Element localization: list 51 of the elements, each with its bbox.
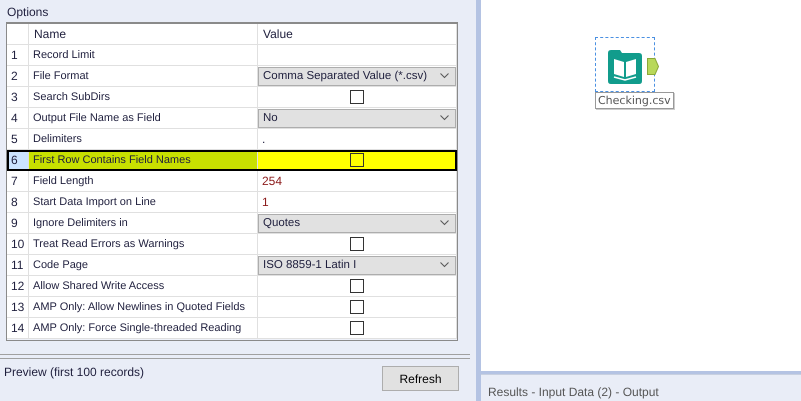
value-text: . — [261, 132, 266, 146]
option-name: Field Length — [29, 171, 258, 191]
table-row[interactable]: 2 File Format Comma Separated Value (*.csv) — [7, 66, 457, 87]
node-label: Checking.csv — [595, 92, 674, 109]
preview-label: Preview (first 100 records) — [4, 365, 144, 381]
chevron-icon — [440, 73, 449, 79]
table-row[interactable]: 5 Delimiters . — [7, 129, 457, 150]
option-name: Search SubDirs — [29, 87, 258, 107]
table-row[interactable]: 3 Search SubDirs — [7, 87, 457, 108]
value-text: 1 — [261, 195, 270, 209]
column-header: Value — [258, 24, 457, 44]
output-anchor-icon[interactable] — [647, 58, 659, 75]
checkbox[interactable] — [350, 300, 364, 314]
table-row[interactable]: 12 Allow Shared Write Access — [7, 276, 457, 297]
dropdown[interactable]: ISO 8859-1 Latin I — [258, 256, 456, 274]
option-name: Treat Read Errors as Warnings — [29, 234, 258, 254]
table-row[interactable]: 13 AMP Only: Allow Newlines in Quoted Fields — [7, 297, 457, 318]
table-row[interactable]: 1 Record Limit — [7, 45, 457, 66]
table-row[interactable]: 10 Treat Read Errors as Warnings — [7, 234, 457, 255]
table-row[interactable]: 7 Field Length 254 — [7, 171, 457, 192]
column-header: Name — [29, 24, 258, 44]
option-name: Delimiters — [29, 129, 258, 149]
table-row[interactable]: 6 First Row Contains Field Names — [7, 150, 457, 171]
chevron-icon — [440, 262, 449, 268]
option-name: Allow Shared Write Access — [29, 276, 258, 296]
checkbox[interactable] — [350, 321, 364, 335]
dropdown[interactable]: No — [258, 108, 456, 128]
refresh-button[interactable]: Refresh — [382, 366, 459, 391]
checkbox[interactable] — [350, 237, 364, 251]
option-name: AMP Only: Force Single-threaded Reading — [29, 318, 258, 338]
row-number: 6 — [7, 150, 29, 170]
book-icon[interactable] — [606, 49, 644, 85]
results-title: Results - Input Data (2) - Output — [488, 385, 659, 399]
option-name: Record Limit — [29, 45, 258, 65]
panel-title: Options — [7, 5, 50, 21]
chevron-icon — [440, 220, 449, 226]
table-row[interactable]: 11 Code Page ISO 8859-1 Latin I — [7, 255, 457, 276]
dropdown[interactable]: Quotes — [258, 214, 456, 232]
option-name: Start Data Import on Line — [29, 192, 258, 212]
dropdown[interactable]: Comma Separated Value (*.csv) — [258, 66, 456, 86]
table-row[interactable]: 8 Start Data Import on Line 1 — [7, 192, 457, 213]
option-name: First Row Contains Field Names — [29, 150, 258, 170]
value-text: 254 — [261, 174, 284, 188]
checkbox[interactable] — [350, 279, 364, 293]
checkbox[interactable] — [350, 153, 364, 167]
table-row[interactable]: 9 Ignore Delimiters in Quotes — [7, 213, 457, 234]
option-name: AMP Only: Allow Newlines in Quoted Fields — [29, 297, 258, 317]
checkbox[interactable] — [350, 90, 364, 104]
table-row[interactable]: 14 AMP Only: Force Single-threaded Reading — [7, 318, 457, 339]
table-row[interactable]: 4 Output File Name as Field No — [7, 108, 457, 129]
chevron-icon — [440, 115, 449, 121]
